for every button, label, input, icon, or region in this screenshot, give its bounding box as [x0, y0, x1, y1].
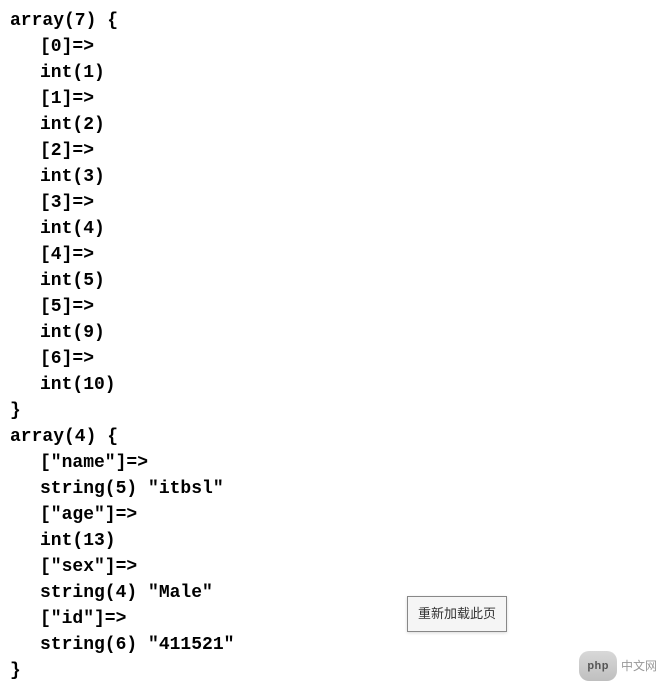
array2-line: ["id"]=> — [10, 606, 669, 632]
array1-line: int(4) — [10, 216, 669, 242]
array2-line: ["age"]=> — [10, 502, 669, 528]
array2-line: ["name"]=> — [10, 450, 669, 476]
array1-header: array(7) { — [10, 8, 669, 34]
array1-line: int(10) — [10, 372, 669, 398]
array1-footer: } — [10, 398, 669, 424]
array1-line: int(2) — [10, 112, 669, 138]
array2-line: string(4) "Male" — [10, 580, 669, 606]
array2-line: ["sex"]=> — [10, 554, 669, 580]
array2-line: int(13) — [10, 528, 669, 554]
array1-line: [3]=> — [10, 190, 669, 216]
array1-line: [1]=> — [10, 86, 669, 112]
watermark: php 中文网 — [579, 651, 657, 681]
array1-line: [0]=> — [10, 34, 669, 60]
array1-line: int(3) — [10, 164, 669, 190]
watermark-pill: php — [579, 651, 617, 681]
array1-line: [2]=> — [10, 138, 669, 164]
array2-line: string(6) "411521" — [10, 632, 669, 658]
tooltip-text: 重新加载此页 — [418, 606, 496, 621]
array1-line: int(9) — [10, 320, 669, 346]
array1-line: [6]=> — [10, 346, 669, 372]
array1-line: int(1) — [10, 60, 669, 86]
array2-footer: } — [10, 658, 669, 684]
watermark-text: 中文网 — [621, 653, 657, 679]
array1-line: [5]=> — [10, 294, 669, 320]
array2-header: array(4) { — [10, 424, 669, 450]
array2-line: string(5) "itbsl" — [10, 476, 669, 502]
reload-tooltip: 重新加载此页 — [407, 596, 507, 632]
array1-line: int(5) — [10, 268, 669, 294]
code-output: array(7) { [0]=> int(1) [1]=> int(2) [2]… — [10, 8, 669, 684]
array1-line: [4]=> — [10, 242, 669, 268]
